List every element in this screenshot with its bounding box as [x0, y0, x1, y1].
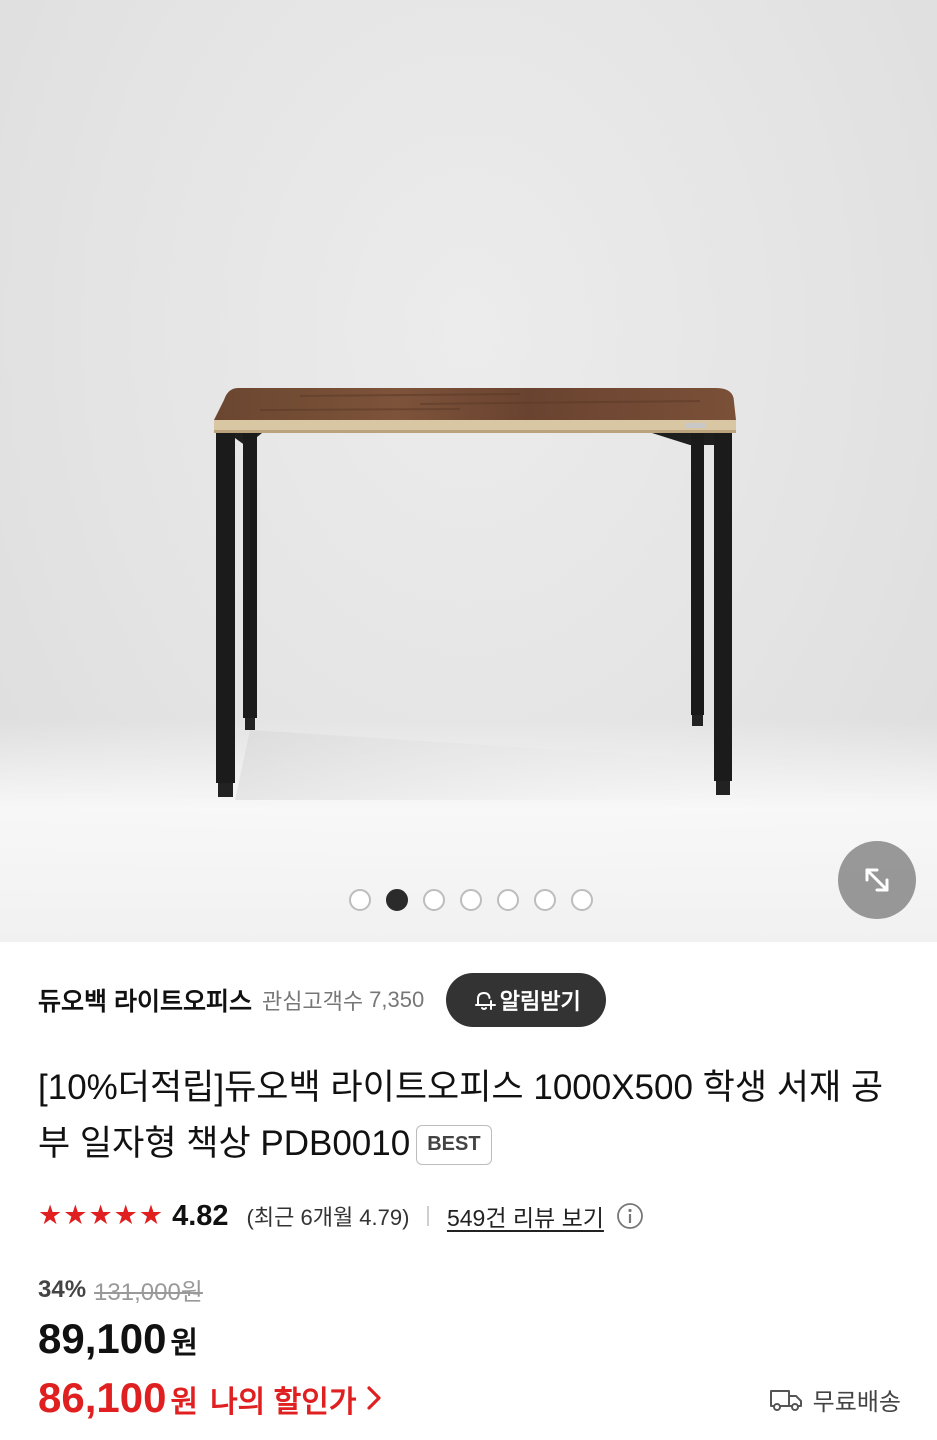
free-shipping: 무료배송 — [769, 1382, 901, 1417]
star-icon: ★ — [113, 1200, 138, 1231]
pagination-dot[interactable] — [534, 889, 556, 911]
my-discount-price-label: 나의 할인가 — [210, 1386, 357, 1419]
notify-button[interactable]: 알림받기 — [446, 973, 607, 1027]
best-badge: BEST — [416, 1125, 492, 1165]
shipping-label: 무료배송 — [812, 1389, 901, 1416]
pagination-dot[interactable] — [571, 889, 593, 911]
seller-row: 듀오백 라이트오피스 관심고객수 7,350 알림받기 — [38, 972, 908, 1028]
pagination-dot[interactable] — [460, 889, 482, 911]
fans-label: 관심고객수 — [261, 989, 364, 1014]
pagination-dot[interactable] — [349, 889, 371, 911]
pagination-dot[interactable] — [497, 889, 519, 911]
fans-count: 7,350 — [369, 987, 425, 1012]
rating-row: ★ ★ ★ ★ ★ 4.82 (최근 6개월 4.79) 549건 리뷰 보기 — [38, 1196, 908, 1236]
divider — [427, 1206, 429, 1226]
my-discount-price: 86,100 — [38, 1374, 167, 1421]
my-discount-price-link[interactable]: 86,100 원 나의 할인가 — [38, 1374, 382, 1422]
original-price-row: 34% 131,000원 — [38, 1272, 203, 1307]
seller-name[interactable]: 듀오백 라이트오피스 — [38, 982, 252, 1018]
star-icon: ★ — [63, 1200, 88, 1231]
star-icon: ★ — [138, 1200, 164, 1231]
expand-image-button[interactable] — [838, 841, 916, 919]
notify-button-label: 알림받기 — [499, 989, 581, 1014]
image-pagination — [349, 889, 593, 911]
original-price: 131,000원 — [94, 1279, 203, 1306]
sale-price-unit: 원 — [170, 1327, 199, 1360]
expand-arrows-icon — [865, 868, 889, 892]
product-title: [10%더적립]듀오백 라이트오피스 1000X500 학생 서재 공부 일자형… — [38, 1060, 908, 1172]
review-link[interactable]: 549건 리뷰 보기 — [447, 1199, 604, 1233]
bell-plus-icon — [474, 991, 496, 1010]
product-image-gallery[interactable] — [0, 0, 937, 942]
recent-rating: (최근 6개월 4.79) — [246, 1205, 410, 1230]
sale-price: 89,100 — [38, 1315, 167, 1362]
rating-score: 4.82 — [172, 1199, 229, 1232]
star-icon: ★ — [38, 1200, 63, 1231]
truck-icon — [769, 1389, 802, 1411]
my-discount-price-unit: 원 — [170, 1386, 199, 1419]
chevron-right-icon — [366, 1384, 382, 1412]
pagination-dot-active[interactable] — [386, 889, 408, 911]
info-circle-icon[interactable] — [616, 1202, 644, 1230]
discount-rate: 34% — [38, 1275, 87, 1303]
star-icon: ★ — [88, 1200, 113, 1231]
star-rating: ★ ★ ★ ★ ★ — [38, 1201, 163, 1231]
pagination-dot[interactable] — [423, 889, 445, 911]
desk-product-image — [214, 388, 740, 800]
sale-price-row: 89,100 원 — [38, 1315, 198, 1363]
